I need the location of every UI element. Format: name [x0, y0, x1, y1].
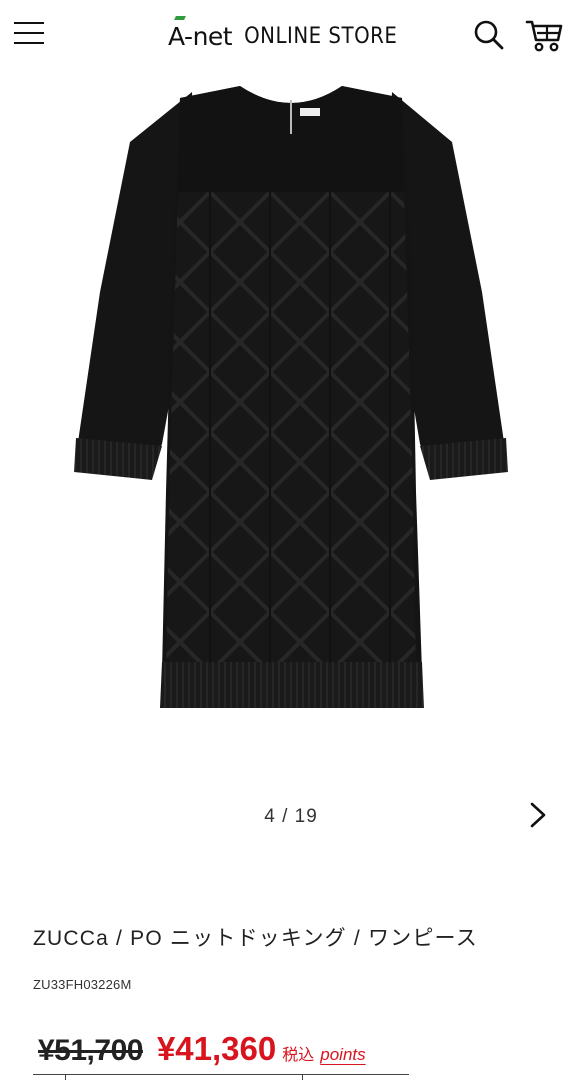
- product-code: ZU33FH03226M: [33, 977, 132, 992]
- chevron-right-icon[interactable]: [524, 800, 552, 830]
- product-image[interactable]: [0, 72, 582, 772]
- gallery-counter: 4 / 19: [264, 806, 318, 827]
- product-title: ZUCCa / PO ニットドッキング / ワンピース: [33, 927, 478, 950]
- sale-price: ¥41,360: [156, 1030, 277, 1067]
- original-price: ¥51,700: [38, 1034, 143, 1067]
- cart-icon[interactable]: [524, 18, 564, 54]
- logo-brand-text: A-net: [168, 22, 233, 51]
- logo-accent: [174, 16, 186, 20]
- hamburger-menu-icon[interactable]: [14, 22, 46, 48]
- logo-store-text: ONLINE STORE: [244, 24, 398, 49]
- price-row: ¥51,700 ¥41,360 税込 points: [38, 1030, 366, 1074]
- option-table-top: [33, 1074, 409, 1080]
- gallery-pager: 4 / 19: [0, 800, 582, 834]
- search-icon[interactable]: [472, 18, 506, 52]
- logo-brand: A-net: [168, 16, 233, 52]
- site-logo[interactable]: A-net ONLINE STORE: [168, 16, 398, 52]
- tax-label: 税込: [282, 1047, 315, 1064]
- site-header: A-net ONLINE STORE: [0, 0, 582, 72]
- points-link[interactable]: points: [320, 1045, 365, 1065]
- option-cell[interactable]: [65, 1074, 303, 1080]
